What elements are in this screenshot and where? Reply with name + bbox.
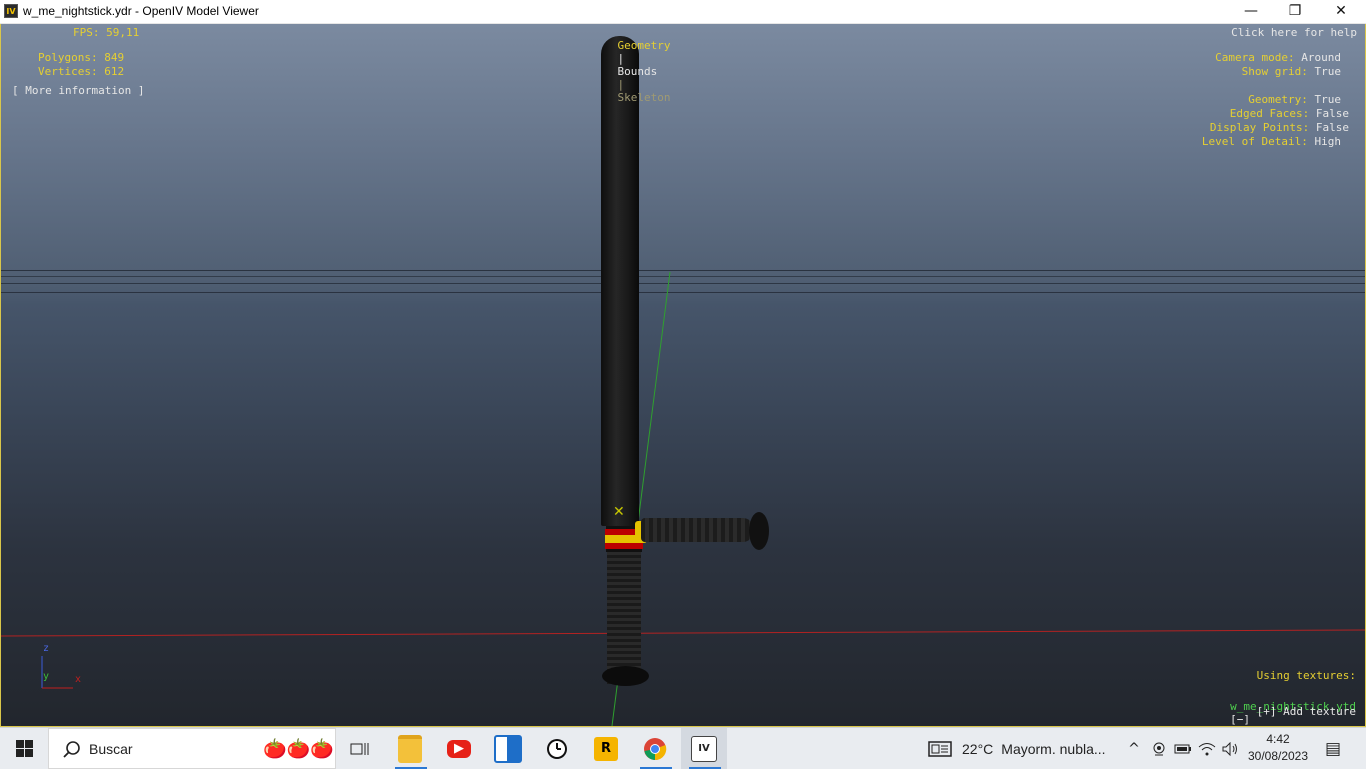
axis-z-label: z (43, 643, 50, 654)
geometry-setting[interactable]: Geometry: True (1248, 93, 1341, 106)
more-information-link[interactable]: [ More information ] (12, 84, 144, 97)
show-grid-setting[interactable]: Show grid: True (1242, 65, 1341, 78)
display-points-setting[interactable]: Display Points: False (1210, 121, 1349, 134)
openiv-app-icon[interactable]: IV (4, 4, 18, 18)
axis-y-label: y (43, 671, 50, 682)
tab-bounds[interactable]: Bounds (618, 65, 658, 78)
clock-icon (547, 738, 567, 759)
minimize-button[interactable]: — (1228, 0, 1274, 23)
start-button[interactable] (0, 728, 48, 769)
tab-geometry[interactable]: Geometry (618, 39, 671, 52)
weather-widget[interactable]: 22°C Mayorm. nubla... (928, 728, 1118, 769)
handle-cap (749, 512, 769, 550)
camera-mode-setting[interactable]: Camera mode: Around (1215, 51, 1341, 64)
volume-button[interactable] (1219, 728, 1241, 769)
chrome-button[interactable] (632, 728, 678, 769)
show-hidden-icons-chevron-icon[interactable]: ^ (1124, 728, 1144, 769)
folder-icon (398, 734, 422, 763)
battery-icon (1174, 744, 1191, 753)
windows-logo-icon (15, 740, 33, 757)
taskbar-search[interactable]: Buscar 🍅🍅🍅 (48, 728, 336, 769)
news-app-button[interactable] (485, 728, 531, 769)
wifi-icon (1198, 742, 1216, 755)
webcam-icon (1153, 742, 1165, 755)
news-icon (494, 734, 522, 763)
tab-separator: | (617, 78, 625, 91)
task-view-icon (350, 742, 369, 755)
nightstick-side-handle (641, 518, 753, 542)
tab-separator: | (617, 52, 625, 65)
emblem-icon: ✕ (613, 504, 625, 520)
news-weather-icon (928, 740, 952, 757)
openiv-taskbar-button[interactable]: IV (681, 728, 727, 769)
maximize-button[interactable]: ❐ (1272, 0, 1318, 23)
system-clock[interactable]: 4:42 30/08/2023 (1244, 731, 1312, 765)
title-bar: IV w_me_nightstick.ydr - OpenIV Model Vi… (0, 0, 1366, 24)
view-tabs: Geometry | Bounds | Skeleton (591, 26, 671, 117)
axis-x-label: x (75, 674, 82, 685)
close-button[interactable]: ✕ (1318, 0, 1364, 23)
chrome-icon (644, 737, 667, 760)
tab-skeleton[interactable]: Skeleton (618, 91, 671, 104)
polygons-readout: Polygons: 849 (38, 51, 125, 64)
weather-temperature: 22°C (962, 740, 994, 757)
vertices-readout: Vertices: 612 (38, 65, 125, 78)
rockstar-icon: R (594, 736, 618, 761)
nightstick-base (602, 666, 649, 686)
x-axis-line (1, 629, 1365, 637)
youtube-button[interactable]: ▶ (436, 728, 482, 769)
search-placeholder: Buscar (89, 741, 133, 757)
search-icon (63, 741, 80, 758)
wifi-button[interactable] (1196, 728, 1218, 769)
speaker-icon (1222, 741, 1237, 756)
clock-time: 4:42 (1266, 732, 1290, 746)
edged-faces-setting[interactable]: Edged Faces: False (1230, 107, 1349, 120)
notification-center-icon[interactable]: ▤ (1318, 728, 1348, 769)
remove-texture-button[interactable]: [−] (1230, 713, 1250, 726)
clock-date: 30/08/2023 (1247, 749, 1309, 763)
add-texture-button[interactable]: [+] Add texture (1257, 705, 1356, 718)
axis-lines (1, 271, 1365, 726)
battery-button[interactable] (1172, 728, 1194, 769)
tomato-decoration-icon: 🍅🍅🍅 (263, 738, 334, 760)
youtube-icon: ▶ (447, 739, 471, 758)
file-explorer-button[interactable] (387, 728, 433, 769)
rockstar-launcher-button[interactable]: R (583, 728, 629, 769)
taskbar: Buscar 🍅🍅🍅 ▶ R IV 22°C Mayorm. nubla... … (0, 727, 1366, 769)
weather-description: Mayorm. nubla... (1001, 740, 1106, 757)
meet-now-button[interactable] (1148, 728, 1170, 769)
model-viewport[interactable]: ✕ FPS: 59,11 Polygons: 849 Vertices: 612… (0, 24, 1366, 727)
openiv-icon: IV (691, 735, 717, 762)
fps-readout: FPS: 59,11 (73, 26, 140, 39)
help-link[interactable]: Click here for help (1231, 26, 1357, 39)
level-of-detail-setting[interactable]: Level of Detail: High (1202, 135, 1341, 148)
clock-app-button[interactable] (534, 728, 580, 769)
nightstick-grip (607, 549, 641, 684)
using-textures-heading: Using textures: (1256, 669, 1356, 682)
window-title: w_me_nightstick.ydr - OpenIV Model Viewe… (23, 4, 259, 18)
task-view-button[interactable] (338, 728, 382, 769)
